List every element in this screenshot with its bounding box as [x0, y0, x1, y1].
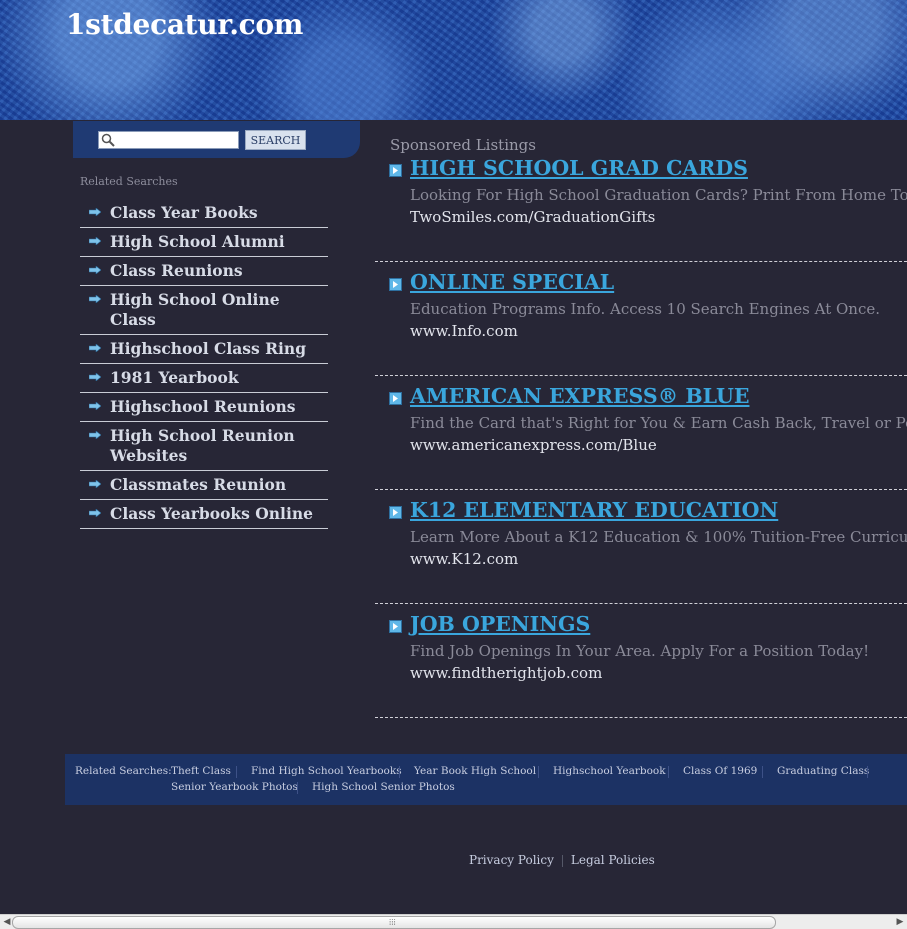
related-item[interactable]: High School Online Class: [80, 286, 328, 335]
privacy-policy-link[interactable]: Privacy Policy: [469, 853, 554, 867]
listing-description: Find the Card that's Right for You & Ear…: [410, 414, 907, 432]
listing-url-link[interactable]: www.americanexpress.com/Blue: [410, 436, 657, 454]
sponsored-listing: JOB OPENINGS Find Job Openings In Your A…: [375, 604, 907, 718]
listing-url-link[interactable]: TwoSmiles.com/GraduationGifts: [410, 208, 655, 226]
related-item[interactable]: Class Year Books: [80, 199, 328, 228]
related-item-label[interactable]: High School Online Class: [110, 290, 280, 329]
scroll-left-arrow-icon[interactable]: ◀: [2, 917, 12, 927]
search-bar: SEARCH: [73, 121, 360, 158]
listing-description: Find Job Openings In Your Area. Apply Fo…: [410, 642, 870, 660]
footer-link[interactable]: Graduating Class: [777, 765, 869, 777]
footer-divider: [762, 766, 763, 778]
related-item-label[interactable]: Class Reunions: [110, 261, 243, 280]
listing-description: Education Programs Info. Access 10 Searc…: [410, 300, 880, 318]
related-item-label[interactable]: Highschool Class Ring: [110, 339, 306, 358]
square-arrow-icon: [389, 392, 402, 405]
related-item[interactable]: High School Reunion Websites: [80, 422, 328, 471]
related-item-label[interactable]: Class Yearbooks Online: [110, 504, 313, 523]
footer-divider: [236, 766, 237, 778]
related-item[interactable]: 1981 Yearbook: [80, 364, 328, 393]
square-arrow-icon: [389, 506, 402, 519]
related-item[interactable]: High School Alumni: [80, 228, 328, 257]
footer-link[interactable]: Class Of 1969: [683, 765, 757, 777]
related-item[interactable]: Classmates Reunion: [80, 471, 328, 500]
scroll-right-arrow-icon[interactable]: ▶: [895, 917, 905, 927]
related-item[interactable]: Highschool Class Ring: [80, 335, 328, 364]
footer-link[interactable]: Senior Yearbook Photos: [171, 781, 298, 793]
footer-link[interactable]: Find High School Yearbooks: [251, 765, 402, 777]
grip-icon: ⁞⁞⁞: [389, 918, 396, 927]
listing-description: Looking For High School Graduation Cards…: [410, 186, 907, 204]
listing-url-link[interactable]: www.findtherightjob.com: [410, 664, 602, 682]
related-item-label[interactable]: 1981 Yearbook: [110, 368, 239, 387]
footer-divider: [399, 766, 400, 778]
arrow-bullet-icon: [89, 237, 101, 245]
related-item-label[interactable]: High School Reunion Websites: [110, 426, 295, 465]
sponsored-listing: AMERICAN EXPRESS® BLUE Find the Card tha…: [375, 376, 907, 490]
arrow-bullet-icon: [89, 344, 101, 352]
square-arrow-icon: [389, 164, 402, 177]
footer-divider: [297, 782, 298, 794]
header-banner: 1stdecatur.com: [0, 0, 907, 120]
sponsored-listing: K12 ELEMENTARY EDUCATION Learn More Abou…: [375, 490, 907, 604]
footer-divider: [538, 766, 539, 778]
footer-related-searches: Related Searches: Theft Class Find High …: [65, 754, 907, 805]
related-item[interactable]: Class Yearbooks Online: [80, 500, 328, 529]
arrow-bullet-icon: [89, 509, 101, 517]
footer-link[interactable]: High School Senior Photos: [312, 781, 455, 793]
arrow-bullet-icon: [89, 266, 101, 274]
arrow-bullet-icon: [89, 431, 101, 439]
search-icon: [101, 133, 115, 147]
listing-title-link[interactable]: K12 ELEMENTARY EDUCATION: [410, 498, 778, 522]
arrow-bullet-icon: [89, 480, 101, 488]
related-item[interactable]: Highschool Reunions: [80, 393, 328, 422]
horizontal-scrollbar[interactable]: ◀ ⁞⁞⁞ ▶: [0, 914, 907, 929]
listing-title-link[interactable]: HIGH SCHOOL GRAD CARDS: [410, 156, 748, 180]
legal-links: Privacy Policy Legal Policies: [469, 853, 655, 867]
footer-link[interactable]: Year Book High School: [414, 765, 536, 777]
footer-link[interactable]: Highschool Yearbook: [553, 765, 666, 777]
related-searches-list: Class Year Books High School Alumni Clas…: [80, 199, 328, 529]
search-button[interactable]: SEARCH: [245, 130, 306, 150]
listing-title-link[interactable]: ONLINE SPECIAL: [410, 270, 614, 294]
sponsored-listing: ONLINE SPECIAL Education Programs Info. …: [375, 262, 907, 376]
footer-related-label: Related Searches:: [75, 765, 172, 777]
related-item-label[interactable]: Classmates Reunion: [110, 475, 286, 494]
arrow-bullet-icon: [89, 295, 101, 303]
related-item-label[interactable]: High School Alumni: [110, 232, 285, 251]
related-searches-heading: Related Searches: [80, 175, 178, 188]
scrollbar-thumb[interactable]: ⁞⁞⁞: [12, 916, 776, 929]
legal-divider: [561, 854, 563, 867]
sponsored-listing: HIGH SCHOOL GRAD CARDS Looking For High …: [375, 148, 907, 262]
search-field[interactable]: [98, 131, 239, 149]
legal-policies-link[interactable]: Legal Policies: [571, 853, 655, 867]
listing-description: Learn More About a K12 Education & 100% …: [410, 528, 907, 546]
search-input[interactable]: [115, 132, 237, 148]
arrow-bullet-icon: [89, 373, 101, 381]
related-item-label[interactable]: Highschool Reunions: [110, 397, 296, 416]
listing-url-link[interactable]: www.K12.com: [410, 550, 518, 568]
listing-title-link[interactable]: AMERICAN EXPRESS® BLUE: [410, 384, 749, 408]
footer-divider: [668, 766, 669, 778]
site-title[interactable]: 1stdecatur.com: [66, 8, 303, 41]
footer-divider: [867, 766, 868, 778]
related-item[interactable]: Class Reunions: [80, 257, 328, 286]
related-item-label[interactable]: Class Year Books: [110, 203, 258, 222]
listing-url-link[interactable]: www.Info.com: [410, 322, 518, 340]
arrow-bullet-icon: [89, 402, 101, 410]
square-arrow-icon: [389, 278, 402, 291]
arrow-bullet-icon: [89, 208, 101, 216]
square-arrow-icon: [389, 620, 402, 633]
listing-title-link[interactable]: JOB OPENINGS: [410, 612, 590, 636]
footer-link[interactable]: Theft Class: [171, 765, 231, 777]
